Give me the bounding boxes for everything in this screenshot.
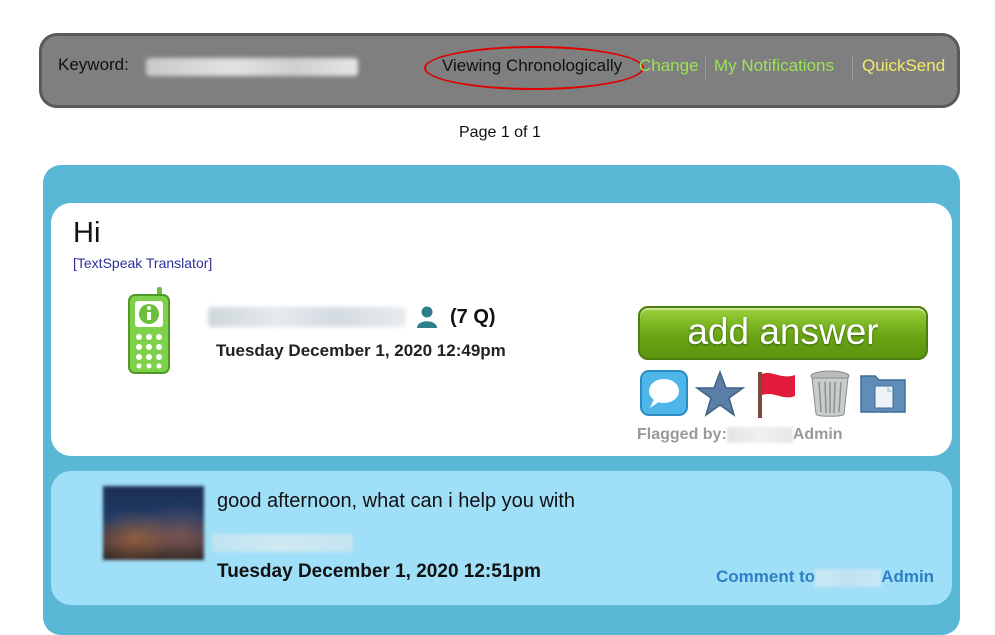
comment-to-admin-link[interactable]: Comment to Admin — [716, 567, 934, 587]
flagged-by-user: Admin — [792, 426, 843, 443]
commenter-name[interactable] — [212, 534, 353, 552]
flagged-by-label: Flagged by: — [637, 426, 727, 443]
question-title: Hi — [73, 217, 101, 249]
chat-icon[interactable] — [640, 370, 688, 416]
quicksend-link[interactable]: QuickSend — [862, 56, 945, 76]
question-card: Hi [TextSpeak Translator] (7 Q) Tuesday … — [51, 203, 952, 456]
trash-icon[interactable] — [808, 370, 852, 418]
asker-name[interactable] — [208, 307, 406, 327]
mobile-phone-icon — [128, 287, 170, 374]
comment-to-label: Comment to — [716, 567, 816, 586]
comment-to-blurred — [815, 568, 882, 587]
question-count: (7 Q) — [450, 306, 496, 328]
divider — [852, 56, 853, 80]
star-icon[interactable] — [695, 370, 745, 418]
search-toolbar: Keyword: Viewing Chronologically Change … — [39, 33, 960, 108]
comment-date: Tuesday December 1, 2020 12:51pm — [217, 561, 541, 582]
flag-icon[interactable] — [755, 370, 799, 420]
annotation-circle — [424, 46, 644, 90]
keyword-value[interactable] — [146, 58, 358, 76]
comment-card: good afternoon, what can i help you with… — [51, 471, 952, 605]
comment-text: good afternoon, what can i help you with — [217, 490, 576, 512]
user-icon[interactable] — [415, 305, 439, 329]
flagged-by: Flagged by: Admin — [637, 426, 843, 444]
avatar[interactable] — [103, 486, 204, 560]
textspeak-translator-link[interactable]: [TextSpeak Translator] — [73, 255, 212, 271]
flagged-by-blurred — [726, 426, 793, 443]
divider — [705, 56, 706, 80]
change-link[interactable]: Change — [639, 56, 699, 76]
folder-icon[interactable] — [859, 370, 907, 414]
page-indicator: Page 1 of 1 — [459, 124, 541, 141]
my-notifications-link[interactable]: My Notifications — [714, 56, 834, 76]
question-date: Tuesday December 1, 2020 12:49pm — [216, 341, 506, 360]
comment-to-user: Admin — [881, 567, 935, 586]
keyword-label: Keyword: — [58, 55, 129, 74]
add-answer-button[interactable]: add answer — [638, 306, 928, 360]
